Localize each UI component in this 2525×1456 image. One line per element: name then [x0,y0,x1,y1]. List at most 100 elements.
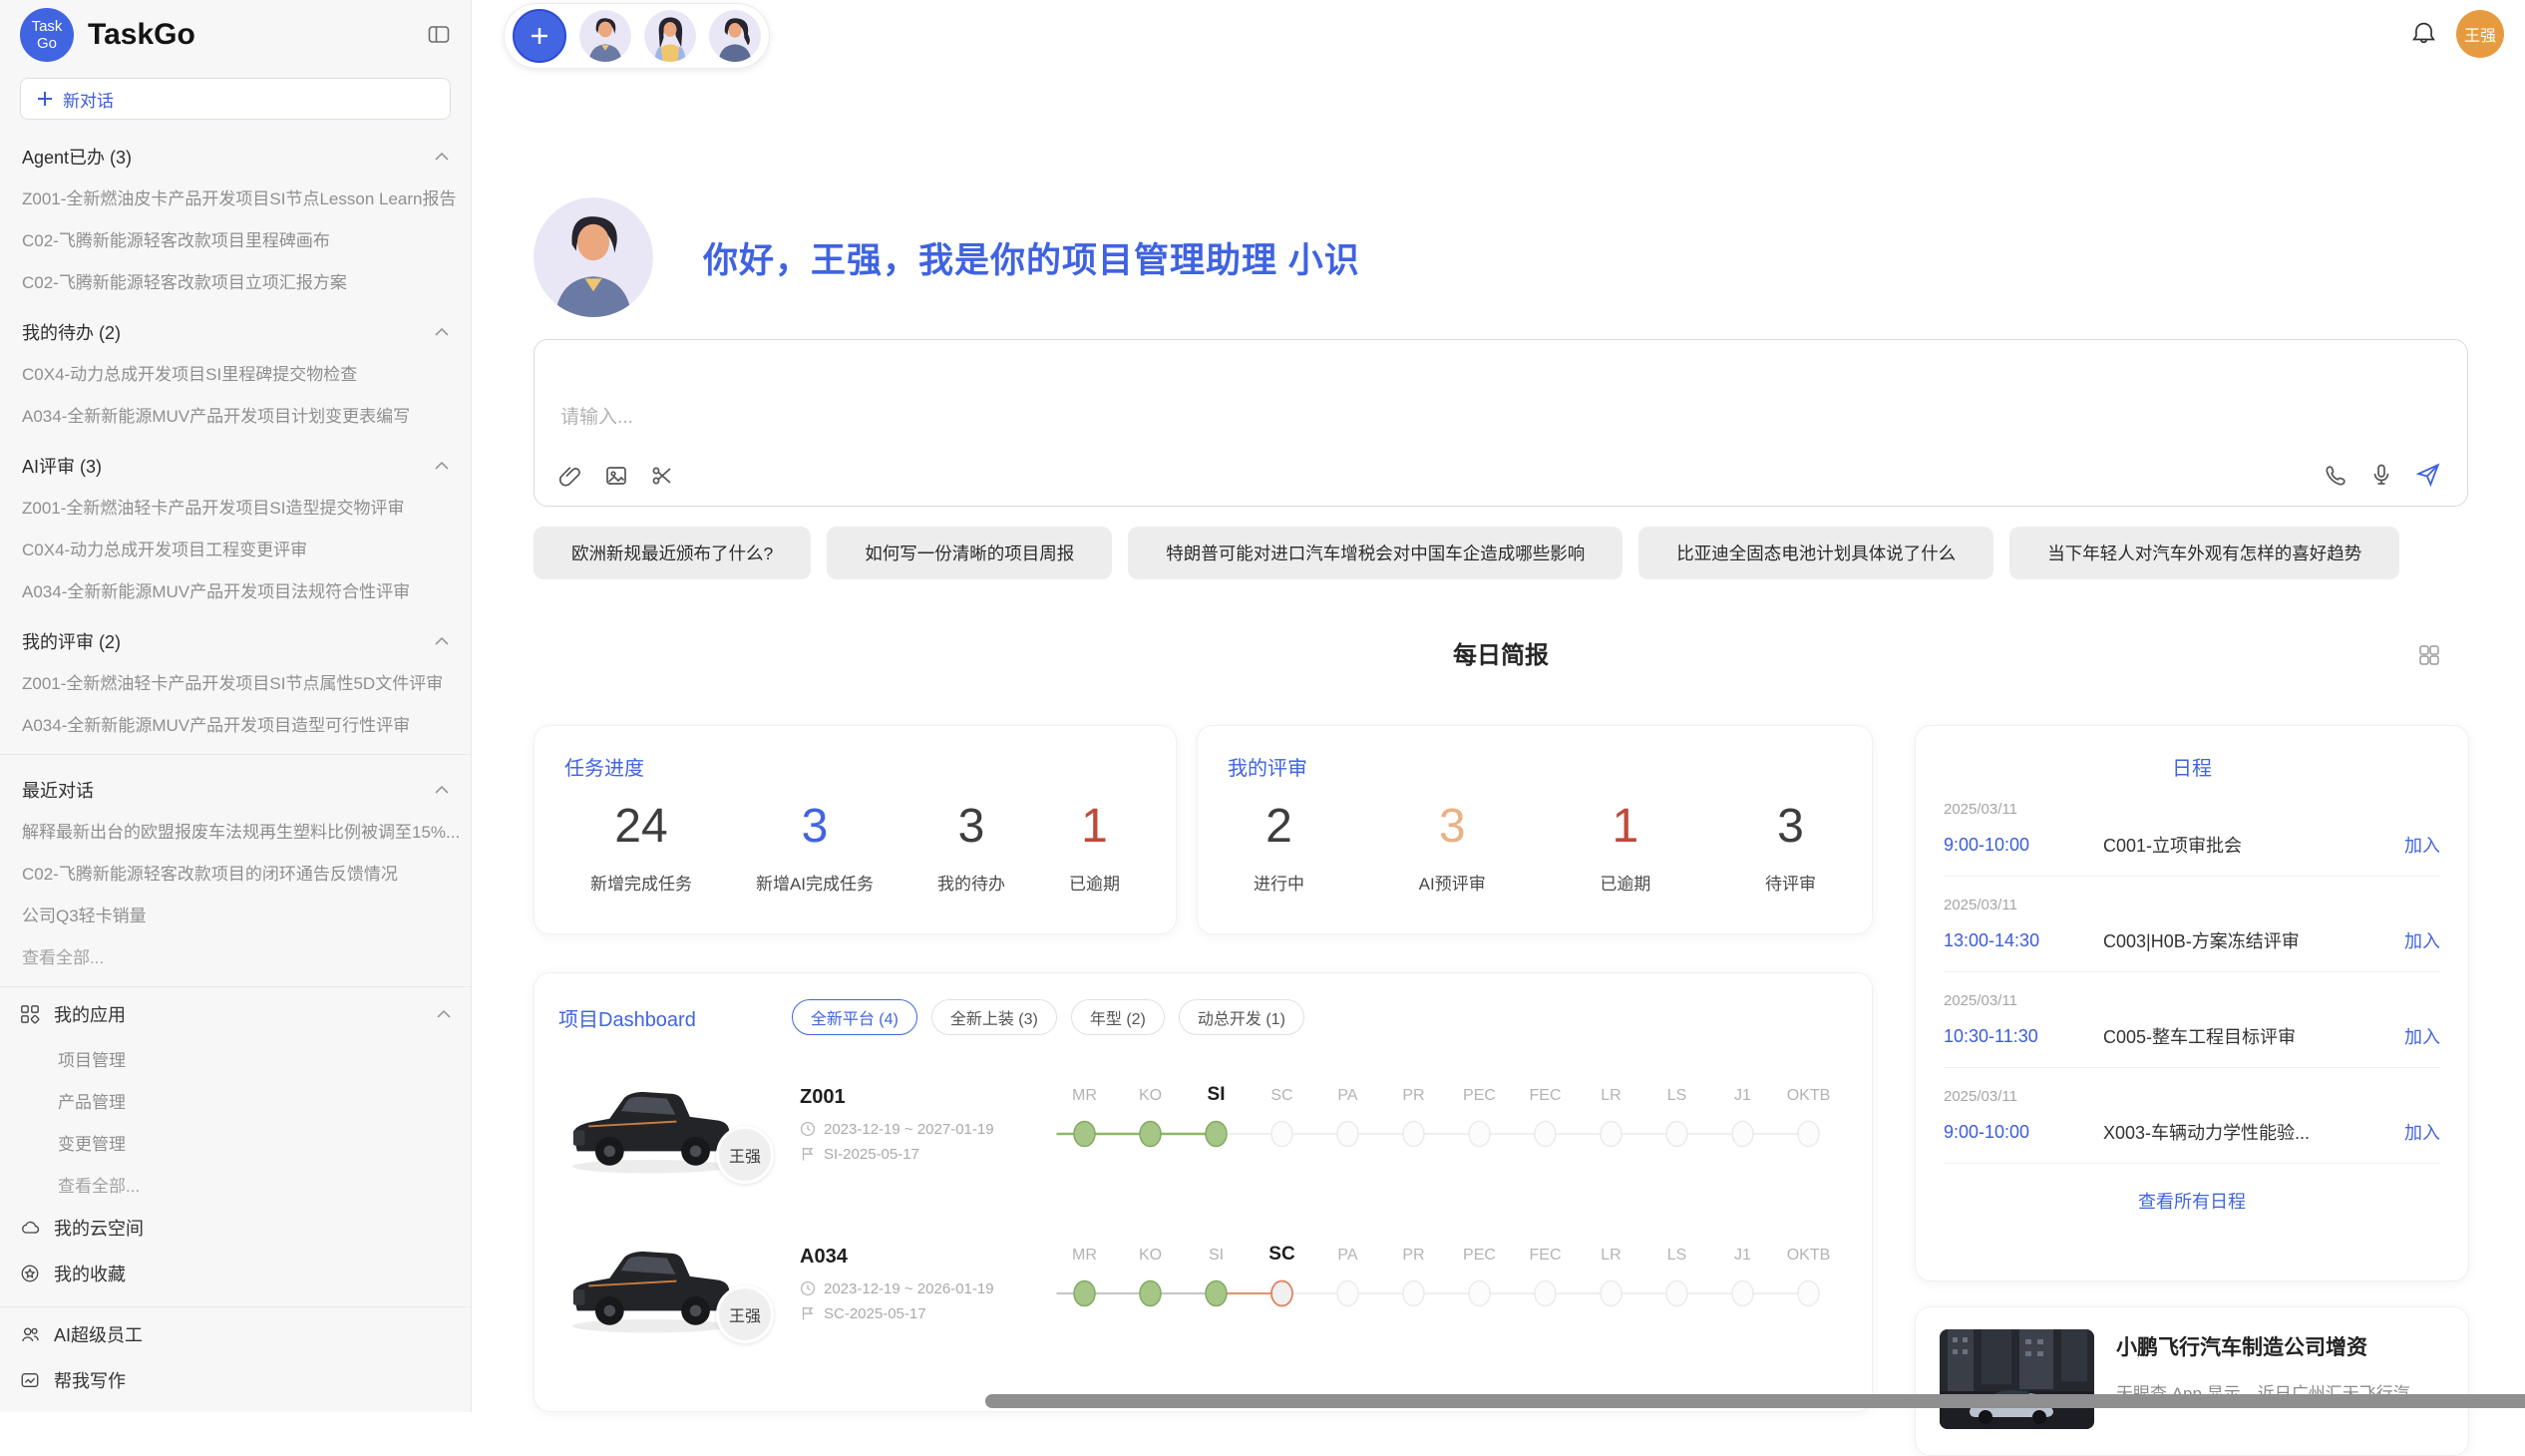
sidebar-item-change-mgmt[interactable]: 变更管理 [0,1121,471,1163]
join-meeting-link[interactable]: 加入 [2404,832,2440,858]
svg-text:J1: J1 [1734,1247,1751,1264]
sidebar-item[interactable]: C02-飞腾新能源轻客改款项目的闭环通告反馈情况 [0,851,471,893]
svg-text:SC: SC [1268,1244,1295,1265]
horizontal-scrollbar[interactable] [985,1394,2525,1408]
sidebar-item[interactable]: C02-飞腾新能源轻客改款项目立项汇报方案 [0,259,471,301]
attachment-icon[interactable] [558,464,582,488]
section-agent-done[interactable]: Agent已办 (3) [0,126,471,176]
chat-input-box[interactable]: 请输入... [534,339,2468,507]
stat-label: 已逾期 [1069,870,1120,895]
tab-year-model[interactable]: 年型 (2) [1071,999,1165,1035]
schedule-entry: 2025/03/11 9:00-10:00 X003-车辆动力学性能验... 加… [1944,1068,2440,1164]
suggestion-chip[interactable]: 当下年轻人对汽车外观有怎样的喜好趋势 [2009,527,2399,579]
stat-new-ai-done: 3 新增AI完成任务 [756,799,874,895]
stat-label: 进行中 [1254,870,1304,895]
section-my-todo[interactable]: 我的待办 (2) [0,301,471,351]
my-review-title: 我的评审 [1228,752,1842,781]
project-row[interactable]: 王强 A034 2023-12-19 ~ 2026-01-19 SC-2025-… [535,1199,1872,1358]
suggestion-chip[interactable]: 欧洲新规最近颁布了什么? [534,527,811,579]
tab-all-new-platform[interactable]: 全新平台 (4) [792,999,917,1035]
sidebar-item-ai-staff[interactable]: AI超级员工 [0,1311,471,1357]
agent-avatar[interactable] [644,10,696,62]
stat-label: 新增完成任务 [590,870,692,895]
stat-label: AI预评审 [1419,870,1486,895]
schedule-time: 10:30-11:30 [1944,1026,2103,1047]
sidebar-item[interactable]: C0X4-动力总成开发项目SI里程碑提交物检查 [0,351,471,393]
add-agent-button[interactable] [513,9,566,63]
sidebar-item[interactable]: 解释最新出台的欧盟报废车法规再生塑料比例被调至15%... [0,809,471,851]
layout-grid-icon[interactable] [2418,644,2440,666]
sidebar-item-creative-draw[interactable]: 创意制图 [0,1403,471,1412]
owner-name: 王强 [729,1302,761,1326]
tab-new-body[interactable]: 全新上装 (3) [931,999,1057,1035]
suggestion-chip[interactable]: 如何写一份清晰的项目周报 [827,527,1112,579]
sidebar-item[interactable]: A034-全新新能源MUV产品开发项目计划变更表编写 [0,393,471,435]
greeting-block: 你好，王强，我是你的项目管理助理 小识 [534,197,1360,317]
tab-powertrain[interactable]: 动总开发 (1) [1179,999,1304,1035]
project-dates: 2023-12-19 ~ 2026-01-19 [824,1280,994,1297]
send-icon[interactable] [2415,462,2441,488]
view-all-chats[interactable]: 查看全部... [0,934,471,976]
image-icon[interactable] [604,464,628,488]
schedule-card: 日程 2025/03/11 9:00-10:00 C001-立项审批会 加入 2… [1915,725,2469,1281]
svg-text:SI: SI [1208,1084,1226,1105]
project-flag: SC-2025-05-17 [824,1305,926,1322]
sidebar-item[interactable]: Z001-全新燃油轻卡产品开发项目SI造型提交物评审 [0,485,471,527]
user-avatar[interactable]: 王强 [2456,10,2504,58]
schedule-entry: 2025/03/11 9:00-10:00 C001-立项审批会 加入 [1944,781,2440,877]
section-title: Agent已办 (3) [22,144,435,170]
notification-bell-icon[interactable] [2410,20,2437,48]
pickup-truck-image [558,1227,743,1341]
section-recent-chats[interactable]: 最近对话 [0,759,471,809]
join-meeting-link[interactable]: 加入 [2404,927,2440,953]
svg-text:PR: PR [1402,1247,1424,1264]
schedule-time: 13:00-14:30 [1944,930,2103,951]
dashboard-tabs: 全新平台 (4) 全新上装 (3) 年型 (2) 动总开发 (1) [792,999,1304,1035]
section-my-review[interactable]: 我的评审 (2) [0,610,471,660]
sidebar-item[interactable]: C02-飞腾新能源轻客改款项目里程碑画布 [0,217,471,259]
sidebar-item-help-write[interactable]: 帮我写作 [0,1357,471,1403]
plus-icon [529,25,550,47]
sidebar-collapse-icon[interactable] [427,23,451,47]
schedule-date: 2025/03/11 [1944,801,2440,818]
sidebar-item-cloud-space[interactable]: 我的云空间 [0,1205,471,1251]
sidebar-item[interactable]: Z001-全新燃油轻卡产品开发项目SI节点属性5D文件评审 [0,660,471,702]
sidebar-item-my-apps[interactable]: 我的应用 [0,991,471,1037]
sidebar-item-favorites[interactable]: 我的收藏 [0,1251,471,1296]
view-all-schedule-link[interactable]: 查看所有日程 [1944,1188,2440,1214]
scissors-icon[interactable] [650,464,674,488]
logo-text-top: Task [32,18,63,35]
news-card[interactable]: 小鹏飞行汽车制造公司增资 天眼查 App 显示，近日广州汇天飞行汽... [1915,1306,2469,1456]
phone-call-icon[interactable] [2324,463,2347,487]
suggestion-chip[interactable]: 比亚迪全固态电池计划具体说了什么 [1638,527,1993,579]
daily-briefing-header: 每日简报 [534,636,2468,676]
schedule-meeting-title: C001-立项审批会 [2103,832,2404,858]
sidebar-item[interactable]: 公司Q3轻卡销量 [0,893,471,934]
app-logo: Task Go [20,8,74,62]
svg-text:MR: MR [1072,1087,1097,1104]
sidebar-item[interactable]: A034-全新新能源MUV产品开发项目法规符合性评审 [0,568,471,610]
chevron-up-icon [435,462,449,470]
project-row[interactable]: 王强 Z001 2023-12-19 ~ 2027-01-19 SI-2025-… [535,1039,1872,1199]
flag-icon [800,1305,816,1321]
new-chat-button[interactable]: 新对话 [20,78,451,120]
suggestion-chip[interactable]: 特朗普可能对进口汽车增税会对中国车企造成哪些影响 [1128,527,1623,579]
section-ai-review[interactable]: AI评审 (3) [0,435,471,485]
schedule-time: 9:00-10:00 [1944,1122,2103,1143]
join-meeting-link[interactable]: 加入 [2404,1023,2440,1049]
microphone-icon[interactable] [2369,463,2393,487]
sidebar-item[interactable]: A034-全新新能源MUV产品开发项目造型可行性评审 [0,702,471,744]
schedule-title: 日程 [1944,752,2440,781]
sidebar-item-product-mgmt[interactable]: 产品管理 [0,1079,471,1121]
user-name: 王强 [2464,22,2496,46]
join-meeting-link[interactable]: 加入 [2404,1119,2440,1145]
sidebar-item-project-mgmt[interactable]: 项目管理 [0,1037,471,1079]
schedule-meeting-title: X003-车辆动力学性能验... [2103,1119,2404,1145]
sidebar-item[interactable]: C0X4-动力总成开发项目工程变更评审 [0,527,471,568]
sidebar-item[interactable]: Z001-全新燃油皮卡产品开发项目SI节点Lesson Learn报告 [0,176,471,217]
agent-avatar[interactable] [579,10,631,62]
help-write-label: 帮我写作 [54,1367,451,1393]
view-all-apps[interactable]: 查看全部... [0,1163,471,1205]
agent-avatar[interactable] [709,10,761,62]
stat-value: 3 [1419,799,1486,854]
